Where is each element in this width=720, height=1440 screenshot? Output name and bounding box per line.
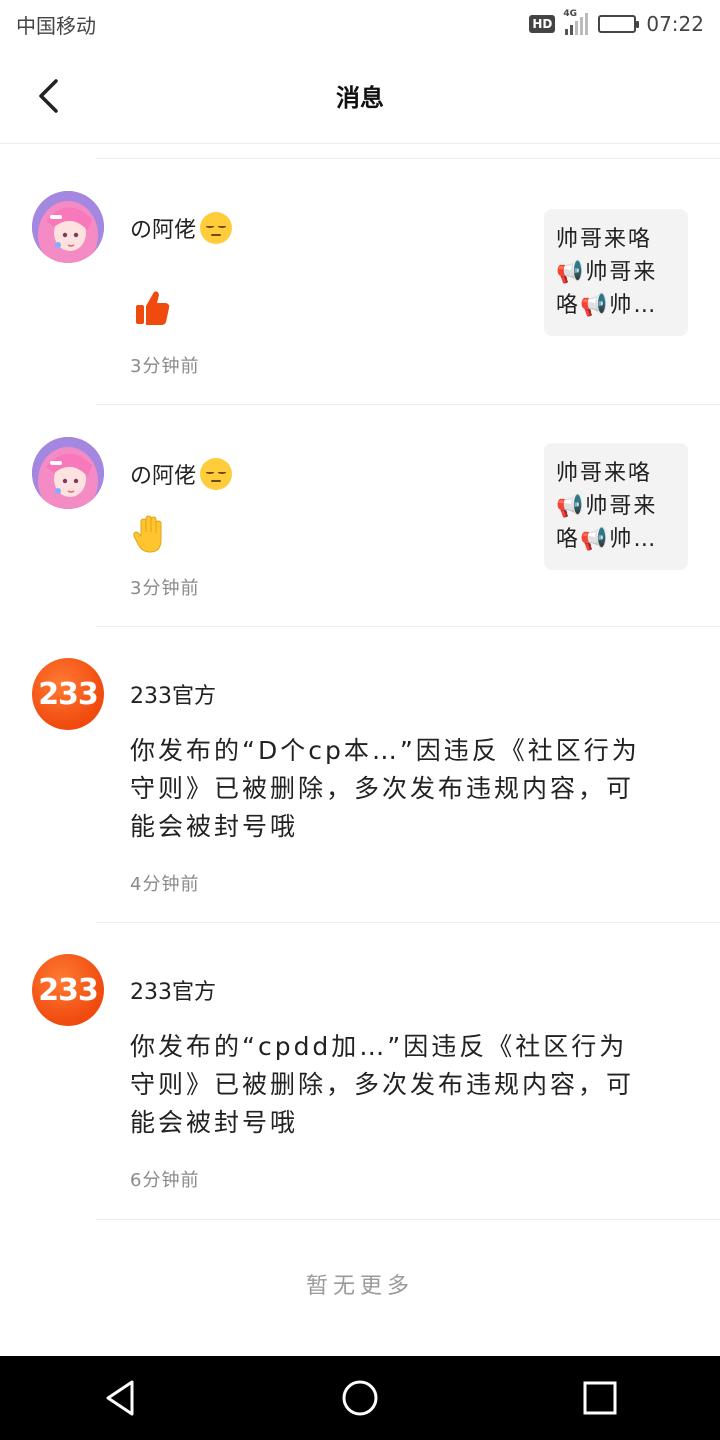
page-title: 消息	[336, 84, 384, 112]
username: の阿佬	[130, 458, 233, 490]
timestamp: 6分钟前	[130, 1170, 200, 1191]
post-preview-card[interactable]: 帅哥来咯 📢帅哥来 咯📢帅…	[544, 209, 688, 336]
clock: 07:22	[646, 12, 704, 36]
avatar-233-logo[interactable]: 233	[32, 954, 104, 1026]
hd-icon: HD	[529, 15, 556, 33]
message-item-official[interactable]: 233 233官方 你发布的“D个cp本…”因违反《社区行为守则》已被删除，多次…	[0, 626, 720, 922]
username: 233官方	[130, 980, 216, 1005]
back-button[interactable]	[28, 76, 68, 116]
preview-line: 📢帅哥来	[556, 260, 658, 285]
home-circle-icon	[342, 1380, 378, 1416]
carrier-label: 中国移动	[16, 13, 96, 38]
post-preview-card[interactable]: 帅哥来咯 📢帅哥来 咯📢帅…	[544, 443, 688, 570]
divider	[96, 1219, 720, 1220]
back-triangle-icon	[106, 1380, 134, 1416]
pensive-face-icon	[200, 458, 233, 490]
timestamp: 4分钟前	[130, 874, 200, 895]
username-text: の阿佬	[130, 464, 197, 489]
recents-square-icon	[583, 1381, 617, 1415]
timestamp: 3分钟前	[130, 356, 200, 377]
message-item-like[interactable]: の阿佬 3分钟前 帅哥来咯 📢帅哥来 咯📢帅…	[0, 158, 720, 404]
message-text: 你发布的“D个cp本…”因违反《社区行为守则》已被删除，多次发布违规内容，可能会…	[130, 736, 640, 841]
signal-icon: 4G	[563, 9, 589, 35]
screen: 中国移动 HD 4G 07:22 消息 の阿佬 3分钟前 帅哥来咯 📢帅哥来 咯…	[0, 0, 720, 1440]
avatar[interactable]	[32, 437, 104, 509]
avatar-girl-icon	[32, 191, 104, 263]
nav-home-button[interactable]	[330, 1368, 390, 1428]
network-type-label: 4G	[563, 9, 578, 19]
back-arrow-icon	[39, 79, 58, 113]
message-item-reaction[interactable]: の阿佬 3分钟前 帅哥来咯 📢帅哥来 咯📢帅…	[0, 404, 720, 626]
thumbs-up-icon	[136, 291, 170, 325]
preview-line: 帅哥来咯	[556, 227, 653, 252]
system-nav-bar	[0, 1356, 720, 1440]
no-more-label: 暂无更多	[305, 1274, 414, 1299]
username-text: の阿佬	[130, 218, 197, 243]
preview-line: 咯📢帅…	[556, 527, 658, 552]
pensive-face-icon	[200, 212, 233, 244]
battery-icon	[598, 15, 640, 33]
nav-back-button[interactable]	[90, 1368, 150, 1428]
avatar-233-logo[interactable]: 233	[32, 658, 104, 730]
avatar[interactable]	[32, 191, 104, 263]
preview-line: 咯📢帅…	[556, 293, 658, 318]
raised-hand-icon	[133, 515, 162, 553]
nav-recents-button[interactable]	[570, 1368, 630, 1428]
username: 233官方	[130, 684, 216, 709]
status-bar: 中国移动 HD 4G 07:22	[0, 0, 720, 48]
avatar-girl-icon	[32, 437, 104, 509]
timestamp: 3分钟前	[130, 578, 200, 599]
header: 消息	[0, 48, 720, 144]
status-icons: HD 4G 07:22	[529, 9, 704, 36]
preview-line: 📢帅哥来	[556, 494, 658, 519]
message-text: 你发布的“cpdd加…”因违反《社区行为守则》已被删除，多次发布违规内容，可能会…	[130, 1032, 635, 1137]
preview-line: 帅哥来咯	[556, 461, 653, 486]
message-item-official[interactable]: 233 233官方 你发布的“cpdd加…”因违反《社区行为守则》已被删除，多次…	[0, 922, 720, 1219]
username: の阿佬	[130, 212, 233, 244]
